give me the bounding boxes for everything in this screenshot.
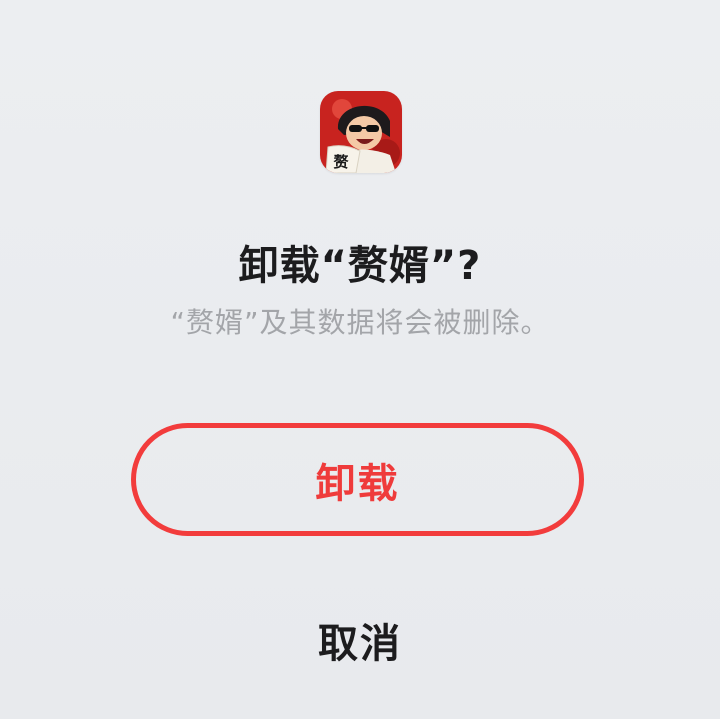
- uninstall-button-label: 卸载: [315, 460, 400, 507]
- cancel-button[interactable]: 取消: [250, 605, 470, 675]
- dialog-message: “赘婿”及其数据将会被删除。: [170, 306, 550, 339]
- app-icon: 赘: [320, 91, 402, 173]
- app-icon-artwork: 赘: [320, 91, 402, 173]
- cancel-button-label: 取消: [318, 621, 402, 667]
- app-icon-glyph: 赘: [332, 153, 349, 171]
- uninstall-button[interactable]: 卸载: [131, 423, 584, 536]
- uninstall-dialog: 赘 卸载“赘婿”? “赘婿”及其数据将会被删除。 卸载 取消: [0, 0, 720, 719]
- dialog-title: 卸载“赘婿”?: [238, 243, 482, 289]
